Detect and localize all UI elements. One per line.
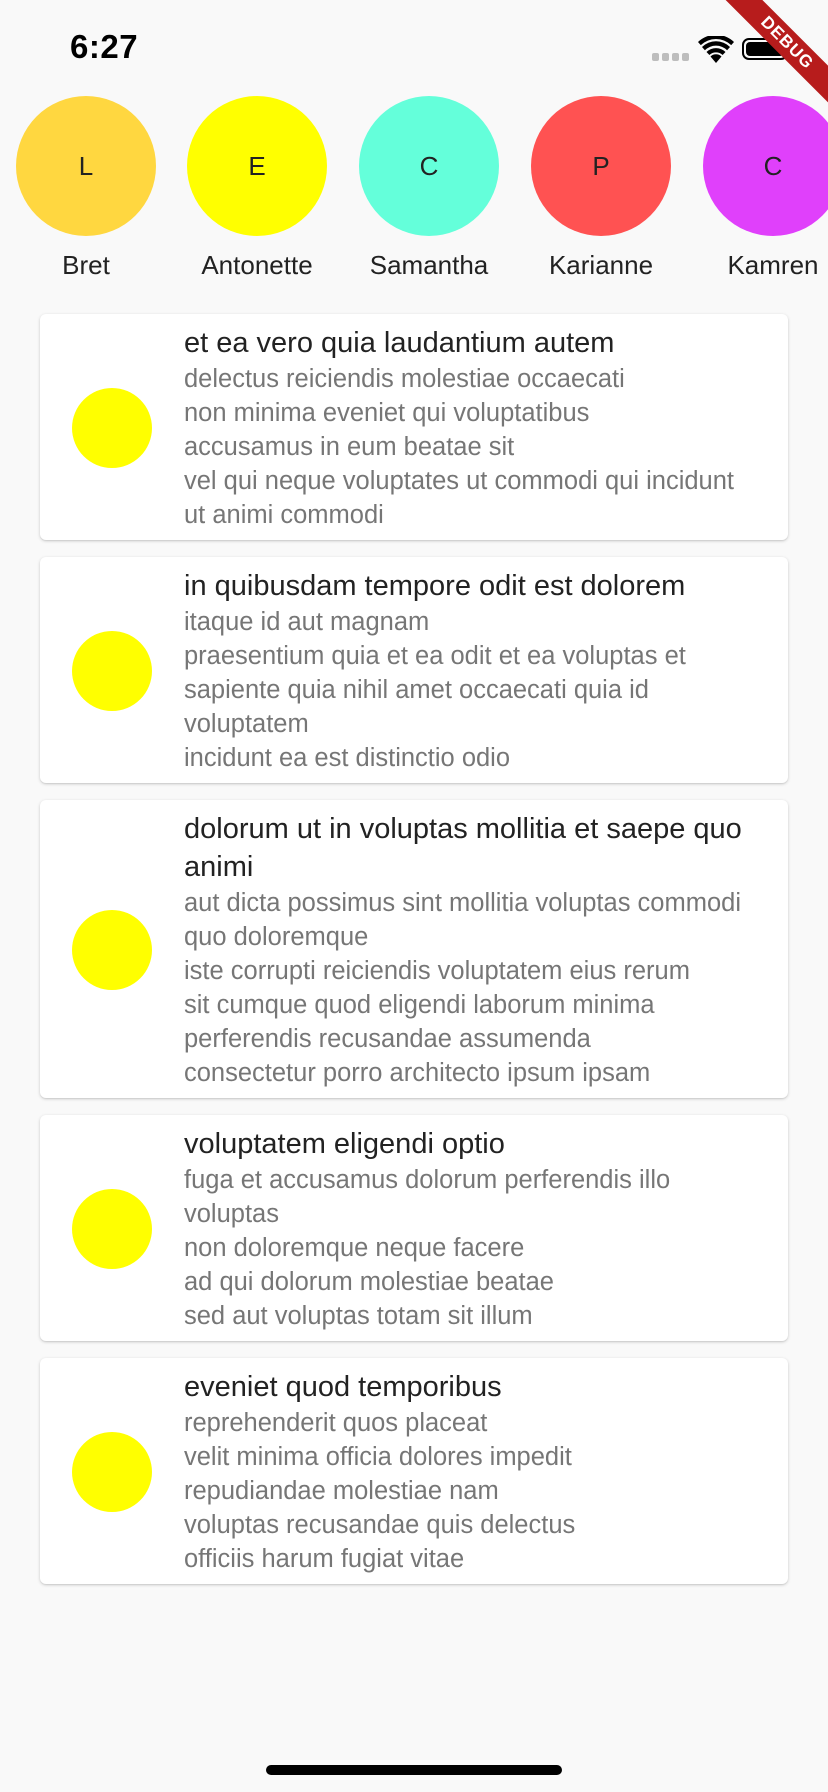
story-initial: C <box>419 150 439 181</box>
stories-row[interactable]: L Bret E Antonette C Samantha P Karianne… <box>0 96 828 276</box>
story-item[interactable]: C Kamren <box>687 96 828 276</box>
post-avatar <box>72 1432 152 1512</box>
post-avatar <box>72 388 152 468</box>
story-avatar[interactable]: L <box>16 96 156 236</box>
status-time: 6:27 <box>70 28 139 65</box>
post-title: in quibusdam tempore odit est dolorem <box>184 570 686 602</box>
post-title: eveniet quod temporibus <box>184 1371 502 1403</box>
story-name: Samantha <box>369 250 489 276</box>
post-card[interactable]: in quibusdam tempore odit est dolorem it… <box>40 557 788 783</box>
post-title: voluptatem eligendi optio <box>184 1128 505 1160</box>
story-name: Antonette <box>201 250 313 276</box>
home-indicator[interactable] <box>266 1765 562 1775</box>
post-avatar <box>72 1189 152 1269</box>
post-avatar <box>72 910 152 990</box>
story-avatar[interactable]: C <box>703 96 828 236</box>
story-name: Karianne <box>548 250 654 276</box>
post-card[interactable]: eveniet quod temporibus reprehenderit qu… <box>40 1358 788 1584</box>
post-card[interactable]: dolorum ut in voluptas mollitia et saepe… <box>40 800 788 1098</box>
story-avatar[interactable]: P <box>531 96 671 236</box>
story-name: Kamren <box>727 250 819 276</box>
story-item[interactable]: P Karianne <box>515 96 687 276</box>
story-item[interactable]: C Samantha <box>343 96 515 276</box>
post-body: aut dicta possimus sint mollitia volupta… <box>184 889 741 1087</box>
story-initial: E <box>248 150 266 181</box>
post-body: itaque id aut magnam praesentium quia et… <box>184 608 686 772</box>
post-avatar <box>72 631 152 711</box>
story-item[interactable]: E Antonette <box>171 96 343 276</box>
post-body: reprehenderit quos placeat velit minima … <box>184 1409 576 1573</box>
post-body: delectus reiciendis molestiae occaecati … <box>184 365 735 529</box>
story-item[interactable]: L Bret <box>0 96 172 276</box>
post-title: dolorum ut in voluptas mollitia et saepe… <box>184 813 742 883</box>
status-bar: 6:27 <box>0 0 828 96</box>
story-initial: L <box>78 150 94 181</box>
story-initial: C <box>763 150 783 181</box>
story-avatar[interactable]: C <box>359 96 499 236</box>
post-title: et ea vero quia laudantium autem <box>184 327 615 359</box>
story-avatar[interactable]: E <box>187 96 327 236</box>
post-card[interactable]: voluptatem eligendi optio fuga et accusa… <box>40 1115 788 1341</box>
post-card[interactable]: et ea vero quia laudantium autem delectu… <box>40 314 788 540</box>
story-name: Bret <box>62 250 110 276</box>
cellular-signal-icon <box>652 53 692 63</box>
post-body: fuga et accusamus dolorum perferendis il… <box>184 1166 671 1330</box>
posts-list[interactable]: et ea vero quia laudantium autem delectu… <box>40 314 788 1601</box>
story-initial: P <box>592 150 610 181</box>
